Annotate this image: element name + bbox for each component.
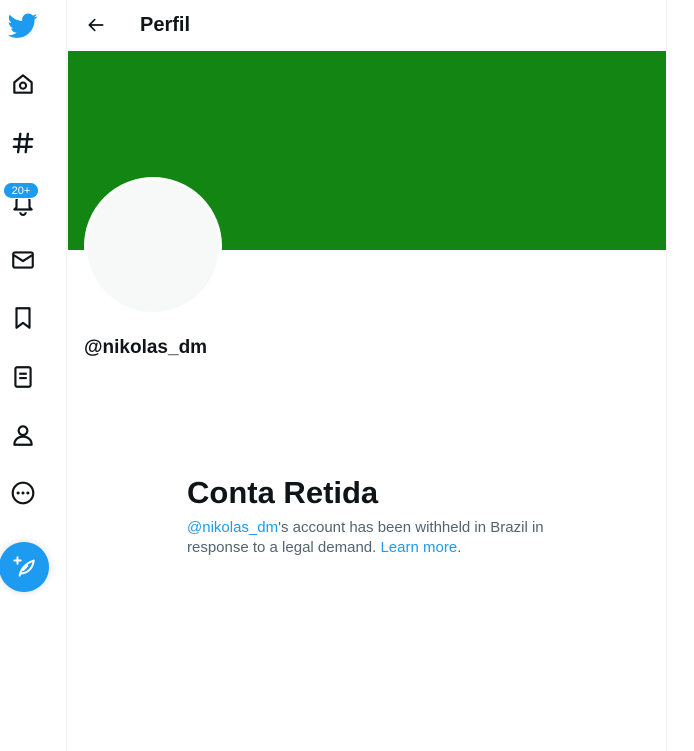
withheld-notice: Conta Retida @nikolas_dm's account has b…: [187, 474, 587, 558]
profile-handle: @nikolas_dm: [84, 337, 208, 358]
page-title: Perfil: [140, 14, 191, 36]
learn-more-link[interactable]: Learn more: [380, 539, 457, 556]
sidebar-item-more[interactable]: [0, 470, 46, 516]
person-icon: [13, 425, 33, 446]
envelope-icon: [12, 251, 34, 269]
withheld-message: @nikolas_dm's account has been withheld …: [187, 518, 587, 558]
handle-link[interactable]: @nikolas_dm: [187, 519, 278, 536]
compose-tweet-button[interactable]: [0, 542, 49, 592]
avatar[interactable]: [84, 177, 222, 315]
feather-plus-icon: [13, 556, 35, 577]
sidebar-nav: 20+: [0, 0, 67, 751]
bookmark-icon: [15, 307, 31, 329]
profile-column: Perfil @nikolas_dm Conta Retida @nikolas…: [67, 0, 667, 751]
sidebar-item-explore[interactable]: [0, 120, 46, 166]
sidebar-item-messages[interactable]: [0, 237, 46, 283]
app-window: 20+ Perfil @nikolas_dm Conta Retida @nik…: [0, 0, 694, 751]
sidebar-item-lists[interactable]: [0, 354, 46, 400]
more-circle-icon: [11, 481, 35, 505]
withheld-message-end: .: [457, 539, 462, 556]
back-button[interactable]: [79, 8, 113, 42]
sidebar-item-bookmarks[interactable]: [0, 295, 46, 341]
list-icon: [14, 366, 32, 388]
hashtag-icon: [12, 132, 34, 154]
withheld-title: Conta Retida: [187, 475, 379, 510]
twitter-logo[interactable]: [0, 2, 46, 48]
notifications-badge: 20+: [3, 182, 39, 199]
home-icon: [13, 74, 33, 94]
sidebar-item-home[interactable]: [0, 61, 46, 107]
twitter-bird-icon: [8, 13, 38, 38]
sidebar-item-profile[interactable]: [0, 412, 46, 458]
arrow-left-icon: [88, 18, 104, 32]
profile-header: Perfil: [67, 0, 666, 51]
